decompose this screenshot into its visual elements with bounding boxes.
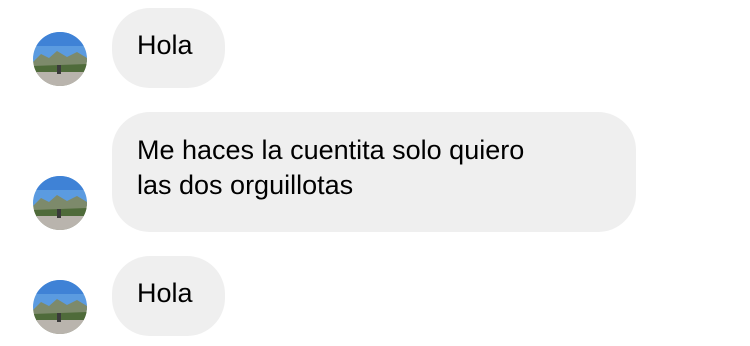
message-row: Hola (0, 256, 750, 336)
message-bubble[interactable]: Hola (112, 256, 225, 336)
message-bubble[interactable]: Me haces la cuentita solo quiero las dos… (112, 112, 636, 232)
landscape-photo-avatar-icon (33, 176, 87, 230)
message-bubble[interactable]: Hola (112, 8, 225, 88)
landscape-photo-avatar-icon (33, 32, 87, 86)
message-thread: Hola Me haces la cuentita solo quiero la… (0, 0, 750, 346)
message-row: Hola (0, 8, 750, 88)
sender-avatar[interactable] (33, 32, 87, 86)
sender-avatar[interactable] (33, 280, 87, 334)
message-row: Me haces la cuentita solo quiero las dos… (0, 112, 750, 232)
landscape-photo-avatar-icon (33, 280, 87, 334)
sender-avatar[interactable] (33, 176, 87, 230)
